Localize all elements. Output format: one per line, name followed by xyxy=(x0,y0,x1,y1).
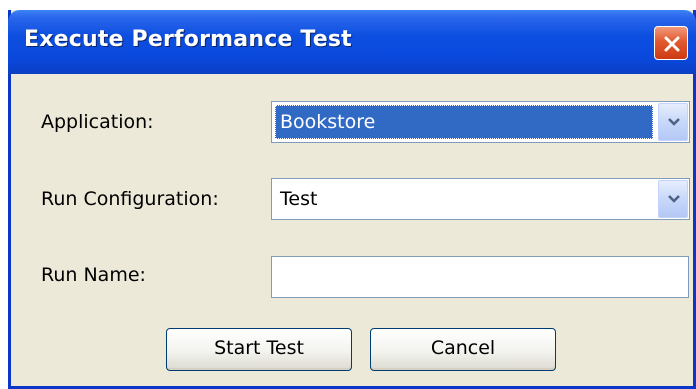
close-icon xyxy=(664,36,680,52)
window-title: Execute Performance Test xyxy=(24,27,352,52)
dialog-window: Execute Performance Test Application: Bo… xyxy=(8,10,696,389)
application-select-value: Bookstore xyxy=(275,105,653,139)
run-configuration-select[interactable]: Test xyxy=(271,178,690,220)
run-configuration-select-value: Test xyxy=(280,188,318,210)
application-dropdown-button[interactable] xyxy=(658,103,688,141)
cancel-button-label: Cancel xyxy=(430,337,496,359)
application-label: Application: xyxy=(41,111,154,133)
run-configuration-dropdown-button[interactable] xyxy=(658,180,688,218)
run-name-label: Run Name: xyxy=(41,264,146,286)
title-bar[interactable]: Execute Performance Test xyxy=(8,10,696,74)
start-test-button-label: Start Test xyxy=(214,337,304,359)
application-select[interactable]: Bookstore xyxy=(271,101,690,143)
run-configuration-label: Run Configuration: xyxy=(41,188,219,210)
run-name-input[interactable] xyxy=(271,256,689,298)
cancel-button[interactable]: Cancel xyxy=(370,328,556,371)
start-test-button[interactable]: Start Test xyxy=(166,328,352,371)
close-button[interactable] xyxy=(654,26,688,60)
chevron-down-icon xyxy=(668,118,680,126)
chevron-down-icon xyxy=(668,195,680,203)
